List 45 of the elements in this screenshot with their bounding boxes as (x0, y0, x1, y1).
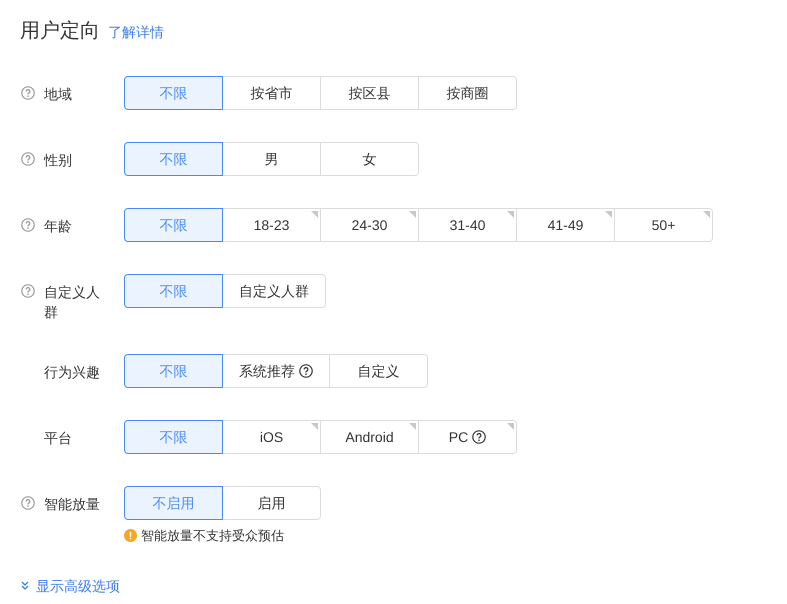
warning-text: 智能放量不支持受众预估 (141, 527, 284, 545)
option-button[interactable]: 自定义 (329, 354, 428, 388)
option-button[interactable]: iOS (222, 420, 321, 454)
corner-mark-icon (507, 211, 514, 218)
section-title: 用户定向 (20, 19, 100, 44)
option-button[interactable]: 50+ (614, 208, 713, 242)
option-button[interactable]: 41-49 (516, 208, 615, 242)
field-label: 平台 (44, 429, 73, 448)
option-button[interactable]: 按省市 (222, 76, 321, 110)
help-icon (299, 364, 313, 378)
advanced-options-link[interactable]: 显示高级选项 (20, 576, 120, 596)
option-button[interactable]: 24-30 (320, 208, 419, 242)
option-button[interactable]: 31-40 (418, 208, 517, 242)
details-link[interactable]: 了解详情 (108, 22, 164, 42)
help-icon (21, 218, 35, 232)
help-icon (21, 496, 35, 510)
warning-icon (124, 529, 137, 542)
option-button[interactable]: 18-23 (222, 208, 321, 242)
option-button[interactable]: 男 (222, 142, 321, 176)
corner-mark-icon (311, 211, 318, 218)
field-label: 智能放量 (44, 495, 101, 514)
option-button[interactable]: 按区县 (320, 76, 419, 110)
help-icon (472, 430, 486, 444)
option-button[interactable]: 按商圈 (418, 76, 517, 110)
double-chevron-icon (20, 580, 30, 590)
corner-mark-icon (311, 423, 318, 430)
corner-mark-icon (409, 211, 416, 218)
help-icon (21, 86, 35, 100)
corner-mark-icon (507, 423, 514, 430)
option-button[interactable]: Android (320, 420, 419, 454)
field-label: 行为兴趣 (44, 363, 101, 382)
option-button[interactable]: 系统推荐 (222, 354, 330, 388)
option-button[interactable]: PC (418, 420, 517, 454)
help-icon (21, 152, 35, 166)
option-button[interactable]: 启用 (222, 486, 321, 520)
help-icon (21, 284, 35, 298)
corner-mark-icon (409, 423, 416, 430)
field-label: 性别 (44, 151, 73, 170)
field-label: 自定义人群 (44, 283, 101, 322)
option-button[interactable]: 自定义人群 (222, 274, 326, 308)
field-label: 地域 (44, 85, 73, 104)
field-label: 年龄 (44, 217, 73, 236)
corner-mark-icon (605, 211, 612, 218)
corner-mark-icon (703, 211, 710, 218)
option-button[interactable]: 女 (320, 142, 419, 176)
